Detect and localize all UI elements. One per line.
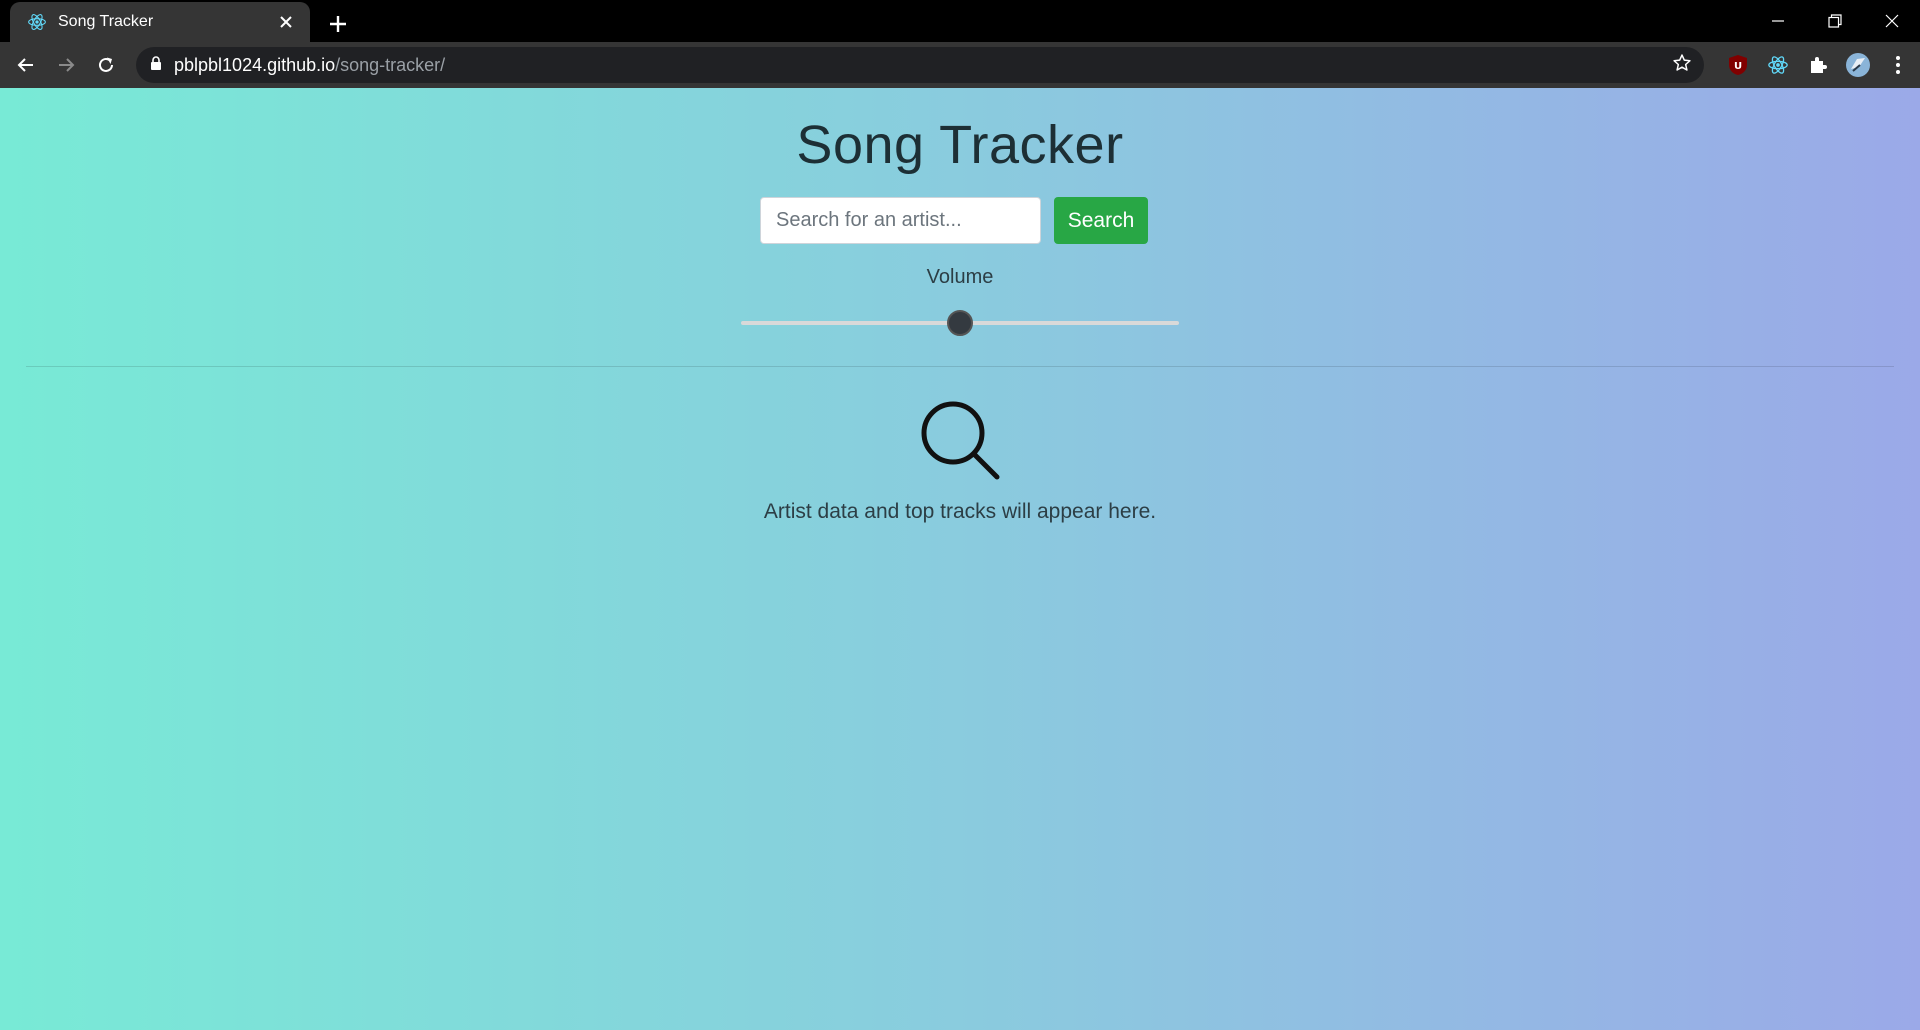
empty-state-message: Artist data and top tracks will appear h…: [763, 500, 1157, 523]
url-path: /song-tracker/: [335, 54, 446, 75]
url-text[interactable]: pblpbl1024.github.io/song-tracker/: [174, 55, 1672, 76]
minimize-icon[interactable]: [1749, 0, 1806, 42]
divider: [26, 366, 1894, 367]
volume-slider[interactable]: [741, 310, 1179, 336]
close-tab-icon[interactable]: [274, 10, 298, 34]
restore-icon[interactable]: [1806, 0, 1863, 42]
search-form: Search: [760, 197, 1148, 244]
ublock-icon[interactable]: U: [1718, 47, 1758, 83]
back-arrow-icon[interactable]: [6, 45, 46, 85]
menu-dots-icon[interactable]: [1878, 47, 1918, 83]
window-controls: [1749, 0, 1920, 42]
page-title: Song Tracker: [796, 115, 1124, 175]
svg-text:U: U: [1734, 61, 1742, 72]
bookmark-star-icon[interactable]: [1672, 53, 1692, 78]
lock-icon[interactable]: [150, 55, 162, 75]
close-window-icon[interactable]: [1863, 0, 1920, 42]
browser-tab[interactable]: Song Tracker: [10, 2, 310, 42]
browser-toolbar: pblpbl1024.github.io/song-tracker/ U: [0, 42, 1920, 88]
profile-avatar[interactable]: [1838, 47, 1878, 83]
react-favicon-icon: [26, 11, 48, 33]
search-button[interactable]: Search: [1054, 197, 1148, 244]
puzzle-icon[interactable]: [1798, 47, 1838, 83]
browser-titlebar: Song Tracker: [0, 0, 1920, 42]
url-host: pblpbl1024.github.io: [174, 54, 336, 75]
tab-title: Song Tracker: [58, 13, 154, 30]
volume-label: Volume: [926, 266, 994, 288]
extensions-area: U: [1718, 47, 1918, 83]
app-page: Song Tracker Search Volume Artist data a…: [0, 88, 1920, 1030]
forward-arrow-icon[interactable]: [46, 45, 86, 85]
new-tab-icon[interactable]: [322, 8, 354, 40]
react-devtools-icon[interactable]: [1758, 47, 1798, 83]
reload-icon[interactable]: [86, 45, 126, 85]
artist-search-input[interactable]: [760, 197, 1041, 244]
search-icon: [918, 398, 1002, 482]
address-bar[interactable]: pblpbl1024.github.io/song-tracker/: [136, 47, 1704, 83]
volume-slider-thumb[interactable]: [947, 310, 973, 336]
